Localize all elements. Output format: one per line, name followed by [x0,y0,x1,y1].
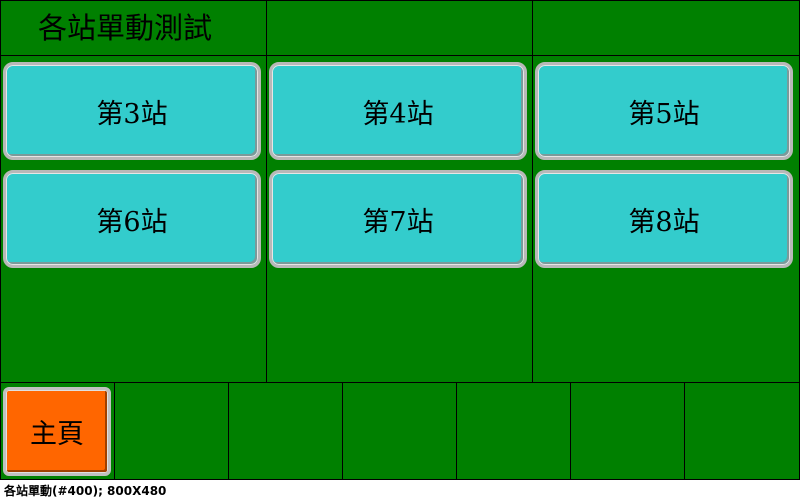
station-5-label: 第5站 [628,98,700,130]
home-button-label: 主頁 [30,419,84,450]
grid-line-bottom [0,479,800,480]
station-7-label: 第7站 [362,206,434,238]
station-6-label: 第6站 [96,206,168,238]
grid-line-bottom-col-2 [228,382,229,480]
station-4-label: 第4站 [362,98,434,130]
grid-line-bottom-col-1 [114,382,115,480]
hmi-screen: 各站單動測試 第3站 第4站 第5站 第6站 第7站 第8站 主頁 [0,0,800,480]
station-5-button[interactable]: 第5站 [535,62,793,160]
station-3-label: 第3站 [96,98,168,130]
grid-line-bottom-col-3 [342,382,343,480]
grid-line-top [0,0,800,1]
grid-line-bottom-col-5 [570,382,571,480]
grid-line-header-bottom [0,55,800,56]
grid-line-row-divider [0,382,800,383]
station-6-button[interactable]: 第6站 [3,170,261,268]
home-button[interactable]: 主頁 [3,387,111,476]
grid-line-bottom-col-4 [456,382,457,480]
station-3-button[interactable]: 第3站 [3,62,261,160]
screen-info-footer: 各站單動(#400); 800X480 [4,484,167,498]
station-7-button[interactable]: 第7站 [269,170,527,268]
grid-line-col-1 [266,0,267,382]
station-8-button[interactable]: 第8站 [535,170,793,268]
grid-line-col-2 [532,0,533,382]
grid-line-bottom-col-6 [684,382,685,480]
station-4-button[interactable]: 第4站 [269,62,527,160]
page-title: 各站單動測試 [38,11,213,45]
grid-line-left [0,0,1,480]
station-8-label: 第8站 [628,206,700,238]
